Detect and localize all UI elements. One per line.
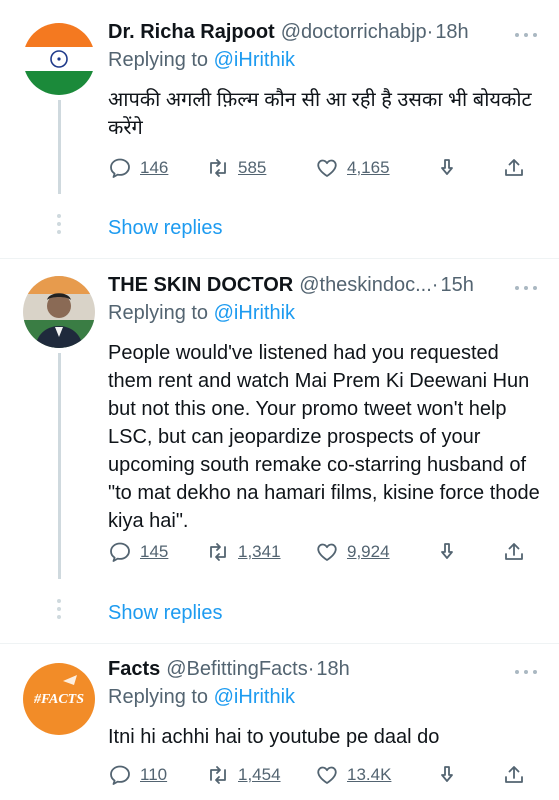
like-button[interactable]: 13.4K (315, 760, 391, 790)
share-icon (441, 766, 453, 782)
upload-icon (505, 543, 523, 560)
retweet-button[interactable]: 1,454 (206, 760, 281, 790)
reply-icon (110, 765, 130, 785)
india-flag-avatar (23, 23, 95, 95)
facts-logo-avatar: #FACTS (23, 663, 95, 735)
tweet-2[interactable]: THE SKIN DOCTOR @theskindoc... · 15h Rep… (0, 259, 559, 643)
reply-button[interactable]: 110 (108, 760, 167, 790)
avatar[interactable] (23, 276, 95, 348)
upload-button[interactable] (502, 760, 526, 790)
upload-button[interactable] (502, 153, 526, 183)
reply-count: 145 (140, 542, 169, 561)
reply-count: 110 (140, 765, 168, 784)
retweet-icon (210, 159, 226, 177)
retweet-icon (210, 766, 226, 784)
like-button[interactable]: 4,165 (315, 153, 390, 183)
mention-link[interactable]: @iHrithik (214, 49, 295, 71)
like-count: 9,924 (347, 542, 390, 561)
like-count: 4,165 (347, 158, 390, 177)
more-icon[interactable] (515, 283, 537, 293)
action-bar: 146 585 4,165 (108, 153, 538, 183)
share-button[interactable] (436, 537, 460, 567)
action-bar: 145 1,341 9,924 (108, 537, 538, 567)
author-name[interactable]: Dr. Richa Rajpoot (108, 21, 275, 44)
show-replies-link[interactable]: Show replies (108, 602, 223, 625)
separator-dot: · (431, 273, 439, 296)
like-count: 13.4K (347, 765, 392, 784)
author-handle[interactable]: @doctorrichabjp (281, 21, 427, 44)
like-icon (317, 766, 337, 784)
share-icon (441, 543, 453, 559)
replying-to: Replying to @iHrithik (108, 49, 295, 72)
more-icon[interactable] (515, 667, 537, 677)
retweet-count: 585 (238, 158, 267, 177)
show-replies-link[interactable]: Show replies (108, 217, 223, 240)
author-name[interactable]: THE SKIN DOCTOR (108, 274, 293, 297)
retweet-count: 1,454 (238, 765, 281, 784)
separator-dot: · (426, 20, 434, 43)
thread-dots (57, 214, 62, 234)
separator-dot: · (307, 657, 315, 680)
author-name[interactable]: Facts (108, 658, 160, 681)
like-icon (317, 159, 337, 177)
tweet-text: आपकी अगली फ़िल्म कौन सी आ रही है उसका भी… (108, 89, 532, 139)
thread-line (58, 353, 61, 579)
profile-photo-avatar (23, 276, 95, 348)
avatar[interactable] (23, 23, 95, 95)
share-icon (441, 159, 453, 175)
replying-to: Replying to @iHrithik (108, 302, 295, 325)
reply-icon (110, 158, 130, 178)
tweet-header: THE SKIN DOCTOR @theskindoc... · 15h (108, 272, 539, 298)
retweet-icon (210, 543, 226, 561)
timestamp[interactable]: 18h (316, 658, 349, 681)
more-icon[interactable] (515, 30, 537, 40)
mention-link[interactable]: @iHrithik (214, 686, 295, 708)
upload-icon (505, 159, 523, 176)
author-handle[interactable]: @BefittingFacts (166, 658, 307, 681)
thread-line (58, 100, 61, 194)
reply-count: 146 (140, 158, 169, 177)
reply-button[interactable]: 146 (108, 153, 168, 183)
reply-button[interactable]: 145 (108, 537, 168, 567)
avatar[interactable]: #FACTS (23, 663, 95, 735)
reply-icon (110, 542, 130, 562)
retweet-button[interactable]: 1,341 (206, 537, 281, 567)
like-icon (317, 543, 337, 561)
avatar-logo-text: #FACTS (33, 692, 84, 707)
tweet-header: Dr. Richa Rajpoot @doctorrichabjp · 18h (108, 19, 539, 45)
replying-to: Replying to @iHrithik (108, 686, 295, 709)
replying-prefix: Replying to (108, 302, 214, 324)
replying-prefix: Replying to (108, 686, 214, 708)
share-button[interactable] (436, 153, 460, 183)
timestamp[interactable]: 18h (435, 21, 468, 44)
action-bar: 110 1,454 13.4K (108, 760, 538, 790)
upload-icon (505, 766, 523, 783)
replying-prefix: Replying to (108, 49, 214, 71)
tweet-text: Itni hi achhi hai to youtube pe daal do (108, 726, 440, 748)
author-handle[interactable]: @theskindoc... (299, 274, 432, 297)
share-button[interactable] (436, 760, 460, 790)
thread-dots (57, 599, 62, 619)
tweet-header: Facts @BefittingFacts · 18h (108, 656, 539, 682)
tweet-1[interactable]: Dr. Richa Rajpoot @doctorrichabjp · 18h … (0, 0, 559, 258)
retweet-button[interactable]: 585 (206, 153, 266, 183)
retweet-count: 1,341 (238, 542, 281, 561)
tweet-text: People would've listened had you request… (108, 342, 540, 532)
upload-button[interactable] (502, 537, 526, 567)
mention-link[interactable]: @iHrithik (214, 302, 295, 324)
tweet-3[interactable]: #FACTS Facts @BefittingFacts · 18h Reply… (0, 644, 559, 800)
like-button[interactable]: 9,924 (315, 537, 390, 567)
timestamp[interactable]: 15h (440, 274, 473, 297)
